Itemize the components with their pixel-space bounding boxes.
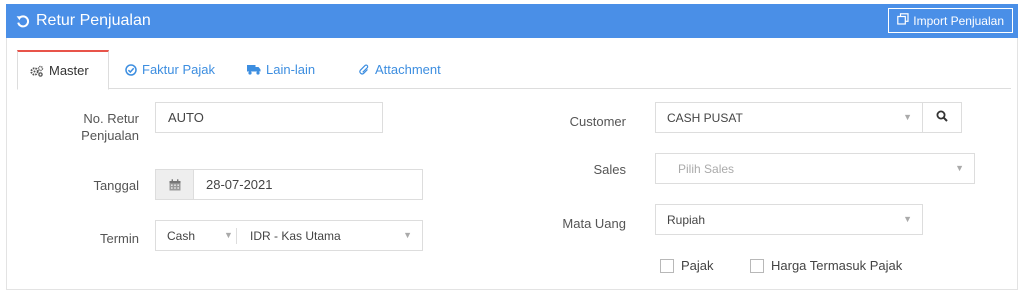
page-title-text: Retur Penjualan — [36, 12, 151, 29]
mata-uang-chevron-down-icon[interactable]: ▼ — [903, 214, 912, 224]
pajak-label: Pajak — [681, 258, 714, 273]
termin-value: Cash — [167, 228, 196, 243]
calendar-icon[interactable] — [156, 170, 194, 199]
tab-lain-lain-label: Lain-lain — [266, 62, 316, 77]
harga-termasuk-pajak-checkbox-box[interactable] — [750, 258, 764, 273]
paperclip-icon — [359, 64, 370, 76]
pajak-checkbox-box[interactable] — [660, 258, 674, 273]
check-circle-icon — [125, 63, 137, 76]
termin-label: Termin — [99, 231, 139, 246]
termin-select[interactable]: Cash ▼ IDR - Kas Utama ▼ — [155, 220, 423, 251]
sales-label: Sales — [593, 162, 626, 177]
tab-attachment[interactable]: Attachment — [359, 50, 441, 89]
pajak-checkbox[interactable]: Pajak — [660, 258, 714, 273]
mata-uang-label: Mata Uang — [562, 216, 626, 231]
no-retur-input[interactable]: AUTO — [155, 102, 383, 133]
tab-master-label: Master — [49, 63, 89, 78]
sales-placeholder: Pilih Sales — [678, 161, 735, 176]
no-retur-label: No. Retur Penjualan — [65, 110, 139, 144]
import-penjualan-button[interactable]: Import Penjualan — [888, 8, 1013, 33]
mata-uang-value: Rupiah — [667, 212, 706, 227]
sales-select[interactable]: Pilih Sales ▼ — [655, 153, 975, 184]
account-value[interactable]: IDR - Kas Utama — [250, 229, 341, 243]
mata-uang-select[interactable]: Rupiah ▼ — [655, 204, 923, 235]
cogs-icon — [30, 65, 44, 77]
import-penjualan-label: Import Penjualan — [913, 13, 1004, 28]
form-panel: Master Faktur Pajak Lain-lain Attachment… — [6, 38, 1018, 290]
page-title: Retur Penjualan — [16, 11, 151, 31]
undo-icon — [16, 14, 30, 28]
tanggal-input[interactable]: 28-07-2021 — [155, 169, 423, 200]
tab-faktur-pajak-label: Faktur Pajak — [142, 62, 215, 77]
tab-bar: Master Faktur Pajak Lain-lain Attachment — [17, 50, 1011, 90]
tanggal-value: 28-07-2021 — [206, 177, 273, 192]
customer-value: CASH PUSAT — [667, 110, 743, 125]
termin-divider — [236, 228, 237, 244]
copy-icon — [897, 13, 909, 28]
customer-select[interactable]: CASH PUSAT ▼ — [655, 102, 923, 133]
search-icon — [936, 110, 948, 125]
tanggal-label: Tanggal — [93, 178, 139, 193]
tab-attachment-label: Attachment — [375, 62, 441, 77]
harga-termasuk-pajak-checkbox[interactable]: Harga Termasuk Pajak — [750, 258, 902, 273]
harga-termasuk-pajak-label: Harga Termasuk Pajak — [771, 258, 903, 273]
no-retur-label-line1: No. Retur — [83, 111, 139, 126]
tab-faktur-pajak[interactable]: Faktur Pajak — [125, 50, 215, 89]
no-retur-label-line2: Penjualan — [81, 128, 139, 143]
sales-chevron-down-icon[interactable]: ▼ — [955, 163, 964, 173]
termin-chevron-down-icon[interactable]: ▼ — [224, 230, 233, 240]
no-retur-value: AUTO — [168, 110, 204, 125]
customer-chevron-down-icon[interactable]: ▼ — [903, 112, 912, 122]
tab-lain-lain[interactable]: Lain-lain — [247, 50, 315, 89]
truck-icon — [247, 64, 261, 75]
customer-search-button[interactable] — [922, 102, 962, 133]
page-header: Retur Penjualan Import Penjualan — [6, 4, 1018, 38]
account-chevron-down-icon[interactable]: ▼ — [403, 230, 412, 240]
tab-master[interactable]: Master — [17, 50, 109, 90]
customer-label: Customer — [569, 114, 626, 129]
